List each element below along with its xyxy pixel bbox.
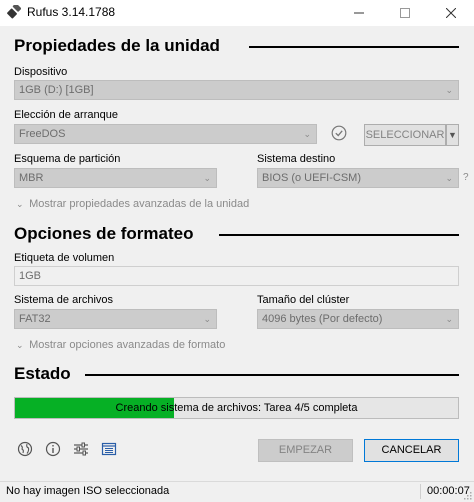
target-system-label: Sistema destino	[257, 153, 336, 165]
chevron-down-icon: ▼	[448, 130, 457, 140]
cluster-size-label: Tamaño del clúster	[257, 294, 350, 306]
cluster-size-dropdown[interactable]: 4096 bytes (Por defecto) ⌄	[257, 309, 459, 329]
cluster-size-value: 4096 bytes (Por defecto)	[262, 313, 383, 325]
chevron-down-icon: ⌄	[16, 199, 24, 209]
title-bar: Rufus 3.14.1788	[0, 0, 474, 26]
file-system-label: Sistema de archivos	[14, 294, 114, 306]
volume-label-label: Etiqueta de volumen	[14, 252, 115, 264]
status-message: No hay imagen ISO seleccionada	[6, 485, 170, 497]
device-value: 1GB (D:) [1GB]	[19, 84, 94, 96]
show-advanced-format-toggle[interactable]: ⌄ Mostrar opciones avanzadas de formato	[16, 339, 225, 351]
chevron-down-icon: ⌄	[303, 129, 311, 139]
boot-selection-label: Elección de arranque	[14, 109, 118, 121]
partition-scheme-label: Esquema de partición	[14, 153, 121, 165]
partition-scheme-value: MBR	[19, 172, 44, 184]
check-icon[interactable]	[331, 125, 347, 141]
section-divider	[219, 234, 459, 236]
log-icon[interactable]	[101, 441, 117, 457]
boot-selection-dropdown[interactable]: FreeDOS ⌄	[14, 124, 317, 144]
drive-properties-heading: Propiedades de la unidad	[14, 36, 220, 55]
file-system-value: FAT32	[19, 313, 51, 325]
rufus-window: Rufus 3.14.1788 Propiedades de la unidad…	[0, 0, 474, 502]
boot-selection-value: FreeDOS	[19, 128, 66, 140]
chevron-down-icon: ⌄	[16, 340, 24, 350]
minimize-icon	[354, 12, 364, 14]
show-advanced-drive-toggle[interactable]: ⌄ Mostrar propiedades avanzadas de la un…	[16, 198, 249, 210]
device-dropdown[interactable]: 1GB (D:) [1GB] ⌄	[14, 80, 459, 100]
chevron-down-icon: ⌄	[445, 173, 453, 183]
globe-icon[interactable]	[17, 441, 33, 457]
advanced-drive-label: Mostrar propiedades avanzadas de la unid…	[29, 198, 250, 210]
device-label: Dispositivo	[14, 66, 68, 78]
progress-text: Creando sistema de archivos: Tarea 4/5 c…	[115, 402, 358, 414]
partition-scheme-dropdown[interactable]: MBR ⌄	[14, 168, 217, 188]
usb-drive-icon	[7, 5, 21, 19]
status-bar: No hay imagen ISO seleccionada 00:00:07	[0, 481, 474, 502]
chevron-down-icon: ⌄	[445, 85, 453, 95]
maximize-button[interactable]	[382, 0, 428, 26]
close-button[interactable]	[428, 0, 474, 26]
select-image-dropdown-button[interactable]: ▼	[446, 124, 459, 146]
target-system-dropdown[interactable]: BIOS (o UEFI-CSM) ⌄	[257, 168, 459, 188]
settings-sliders-icon[interactable]	[73, 441, 89, 457]
status-separator	[420, 484, 421, 499]
start-button[interactable]: EMPEZAR	[258, 439, 353, 462]
section-divider	[249, 46, 459, 48]
target-system-value: BIOS (o UEFI-CSM)	[262, 172, 362, 184]
minimize-button[interactable]	[336, 0, 382, 26]
section-divider	[85, 374, 459, 376]
file-system-dropdown[interactable]: FAT32 ⌄	[14, 309, 217, 329]
chevron-down-icon: ⌄	[445, 314, 453, 324]
advanced-format-label: Mostrar opciones avanzadas de formato	[29, 339, 226, 351]
maximize-icon	[400, 8, 410, 18]
chevron-down-icon: ⌄	[203, 314, 211, 324]
resize-grip-icon[interactable]	[464, 492, 472, 500]
format-options-heading: Opciones de formateo	[14, 224, 194, 243]
chevron-down-icon: ⌄	[203, 173, 211, 183]
status-heading: Estado	[14, 364, 71, 383]
volume-label-input[interactable]: 1GB	[14, 266, 459, 286]
cancel-button[interactable]: CANCELAR	[364, 439, 459, 462]
close-icon	[446, 8, 456, 18]
select-image-button[interactable]: SELECCIONAR	[364, 124, 446, 146]
window-title: Rufus 3.14.1788	[27, 5, 116, 19]
info-icon[interactable]	[45, 441, 61, 457]
progress-bar: Creando sistema de archivos: Tarea 4/5 c…	[14, 397, 459, 419]
help-icon[interactable]: ?	[463, 172, 469, 183]
